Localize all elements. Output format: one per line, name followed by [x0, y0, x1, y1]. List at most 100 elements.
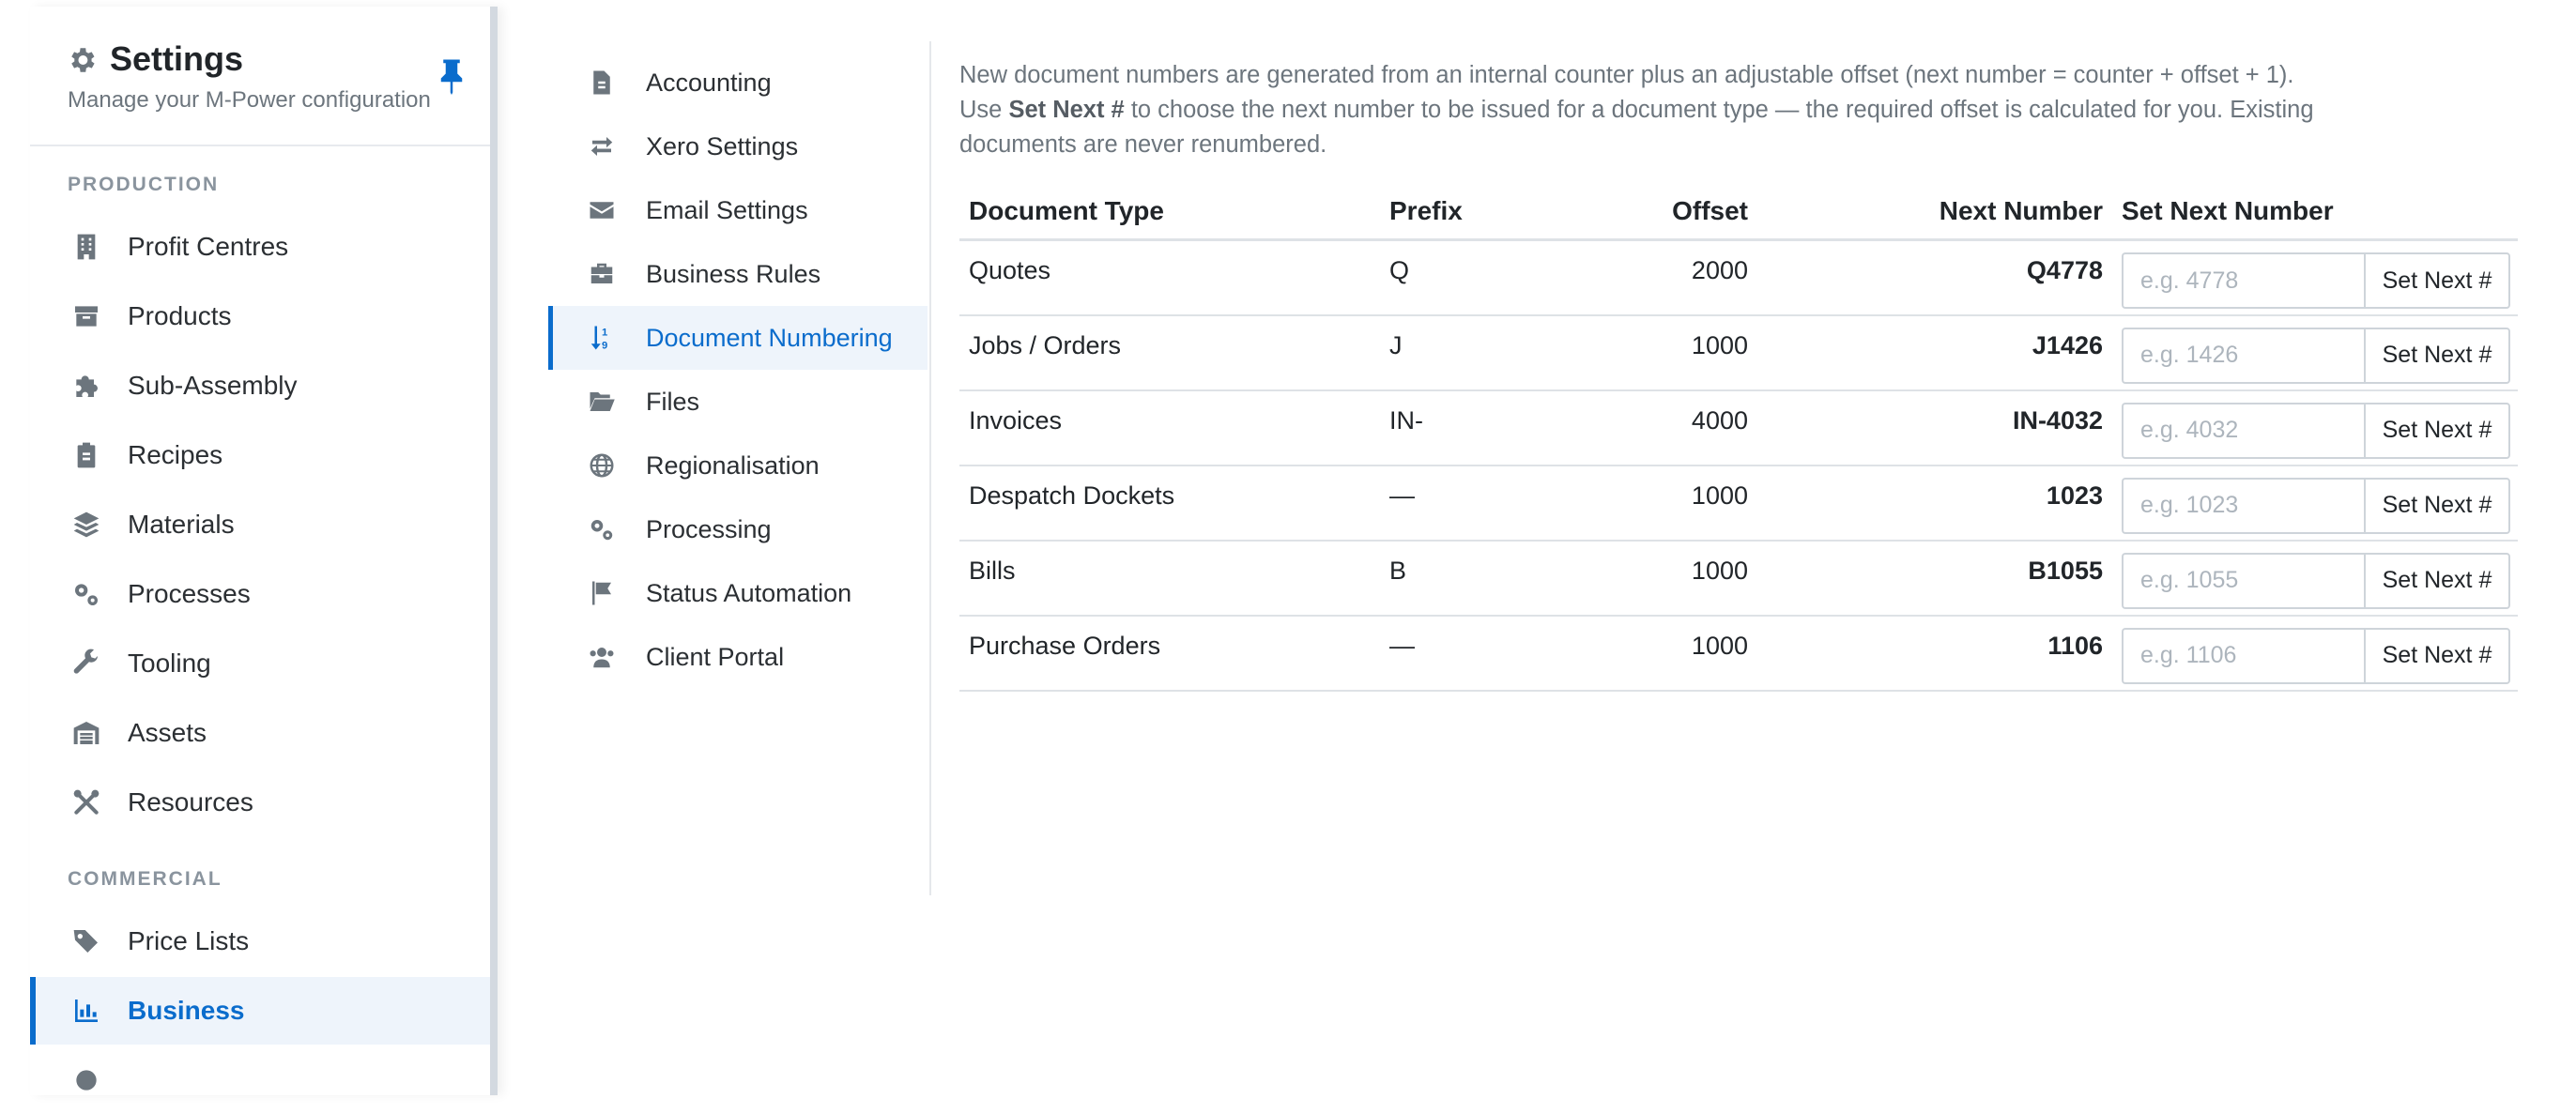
set-next-input[interactable] — [2122, 477, 2364, 534]
sidebar-item-label: Sub-Assembly — [128, 371, 298, 400]
set-next-group: Set Next # — [2122, 402, 2510, 459]
cell-next-number: Q4778 — [1757, 239, 2112, 316]
subnav-item-status-automation[interactable]: Status Automation — [548, 561, 928, 625]
set-next-input[interactable] — [2122, 552, 2364, 609]
table-row: Quotes Q 2000 Q4778 Set Next # — [959, 239, 2518, 316]
settings-sidebar: Settings Manage your M-Power configurati… — [30, 7, 498, 1095]
subnav-item-label: Regionalisation — [646, 451, 820, 480]
sidebar-item-business[interactable]: Business — [30, 977, 490, 1045]
puzzle-icon — [76, 375, 98, 397]
wrench-icon — [73, 649, 99, 674]
cell-document-type: Jobs / Orders — [959, 314, 1380, 391]
subnav-item-regionalisation[interactable]: Regionalisation — [548, 434, 928, 497]
table-row: Despatch Dockets — 1000 1023 Set Next # — [959, 465, 2518, 542]
set-next-button[interactable]: Set Next # — [2364, 477, 2510, 534]
table-row: Purchase Orders — 1000 1106 Set Next # — [959, 615, 2518, 692]
table-row: Bills B 1000 B1055 Set Next # — [959, 540, 2518, 617]
sidebar-item-label: Resources — [128, 787, 253, 816]
cell-prefix: Q — [1380, 239, 1549, 316]
sidebar-item-label: Profit Centres — [128, 232, 289, 261]
set-next-input[interactable] — [2122, 252, 2364, 309]
cell-document-type: Quotes — [959, 239, 1380, 316]
flag-icon — [592, 581, 611, 605]
set-next-button[interactable]: Set Next # — [2364, 627, 2510, 684]
cell-prefix: — — [1380, 465, 1549, 542]
subnav-item-label: Email Settings — [646, 196, 808, 224]
globe-icon — [590, 453, 614, 478]
sidebar-item-label: Recipes — [128, 440, 223, 469]
sidebar-item-label: Processes — [128, 579, 251, 608]
briefcase-icon — [590, 263, 613, 283]
subnav-item-label: Document Numbering — [646, 324, 893, 352]
set-next-input[interactable] — [2122, 627, 2364, 684]
pin-icon[interactable] — [437, 57, 466, 95]
sidebar-section-commercial: COMMERCIAL — [68, 868, 222, 890]
building-icon — [77, 234, 96, 260]
sidebar-item-label: Materials — [128, 510, 235, 539]
intro-text-b: to choose the next number to be issued f… — [959, 97, 2314, 158]
cell-next-number: 1023 — [1757, 465, 2112, 542]
set-next-button[interactable]: Set Next # — [2364, 327, 2510, 384]
subnav-item-files[interactable]: Files — [548, 370, 928, 434]
set-next-input[interactable] — [2122, 327, 2364, 384]
gear-icon — [71, 48, 95, 72]
cell-document-type: Bills — [959, 540, 1380, 617]
subnav-item-accounting[interactable]: Accounting — [548, 51, 928, 114]
header-next-number: Next Number — [1757, 184, 2112, 241]
gear-icon — [76, 1070, 97, 1091]
sidebar-item-assets[interactable]: Assets — [30, 699, 490, 767]
subnav-item-processing[interactable]: Processing — [548, 497, 928, 561]
subnav-item-document-numbering[interactable]: 19 Document Numbering — [548, 306, 928, 370]
cell-next-number: B1055 — [1757, 540, 2112, 617]
set-next-group: Set Next # — [2122, 252, 2510, 309]
cell-next-number: IN-4032 — [1757, 389, 2112, 466]
sidebar-item-products[interactable]: Products — [30, 282, 490, 350]
set-next-group: Set Next # — [2122, 327, 2510, 384]
cell-set-next: Set Next # — [2112, 615, 2518, 692]
set-next-button[interactable]: Set Next # — [2364, 402, 2510, 459]
settings-subnav: Accounting Xero Settings Email Settings … — [548, 41, 931, 895]
sidebar-item-label: Price Lists — [128, 926, 250, 955]
cell-offset: 1000 — [1549, 540, 1757, 617]
subnav-item-business-rules[interactable]: Business Rules — [548, 242, 928, 306]
table-row: Invoices IN- 4000 IN-4032 Set Next # — [959, 389, 2518, 466]
subnav-item-client-portal[interactable]: Client Portal — [548, 625, 928, 689]
sidebar-item-profit-centres[interactable]: Profit Centres — [30, 213, 490, 281]
layers-icon — [73, 511, 100, 538]
cell-set-next: Set Next # — [2112, 314, 2518, 391]
users-icon — [590, 648, 614, 668]
set-next-button[interactable]: Set Next # — [2364, 552, 2510, 609]
cell-offset: 2000 — [1549, 239, 1757, 316]
cell-prefix: IN- — [1380, 389, 1549, 466]
cell-prefix: B — [1380, 540, 1549, 617]
sidebar-item-resources[interactable]: Resources — [30, 769, 490, 836]
set-next-button[interactable]: Set Next # — [2364, 252, 2510, 309]
cell-document-type: Despatch Dockets — [959, 465, 1380, 542]
exchange-icon — [590, 137, 613, 156]
sidebar-item-label: Assets — [128, 718, 207, 747]
document-numbering-table: Document Type Prefix Offset Next Number … — [959, 184, 2518, 692]
subnav-item-label: Accounting — [646, 69, 772, 97]
set-next-input[interactable] — [2122, 402, 2364, 459]
sidebar-item-label: Tooling — [128, 649, 211, 678]
subnav-item-xero-settings[interactable]: Xero Settings — [548, 114, 928, 178]
svg-text:1: 1 — [602, 328, 607, 339]
sidebar-item-processes[interactable]: Processes — [30, 560, 490, 628]
tags-icon — [73, 930, 98, 953]
file-icon — [593, 70, 610, 95]
table-header-row: Document Type Prefix Offset Next Number … — [959, 184, 2518, 241]
cell-document-type: Invoices — [959, 389, 1380, 466]
sidebar-header: Settings Manage your M-Power configurati… — [30, 7, 490, 146]
header-set-next-number: Set Next Number — [2112, 184, 2518, 241]
sidebar-item-partial[interactable] — [30, 1046, 490, 1114]
sidebar-item-recipes[interactable]: Recipes — [30, 421, 490, 489]
subnav-item-label: Client Portal — [646, 643, 785, 671]
sidebar-item-tooling[interactable]: Tooling — [30, 630, 490, 697]
sidebar-item-price-lists[interactable]: Price Lists — [30, 908, 490, 975]
sidebar-item-label: Products — [128, 301, 232, 330]
envelope-icon — [590, 202, 614, 219]
sidebar-item-sub-assembly[interactable]: Sub-Assembly — [30, 352, 490, 420]
cell-next-number: J1426 — [1757, 314, 2112, 391]
sidebar-item-materials[interactable]: Materials — [30, 491, 490, 558]
subnav-item-email-settings[interactable]: Email Settings — [548, 178, 928, 242]
